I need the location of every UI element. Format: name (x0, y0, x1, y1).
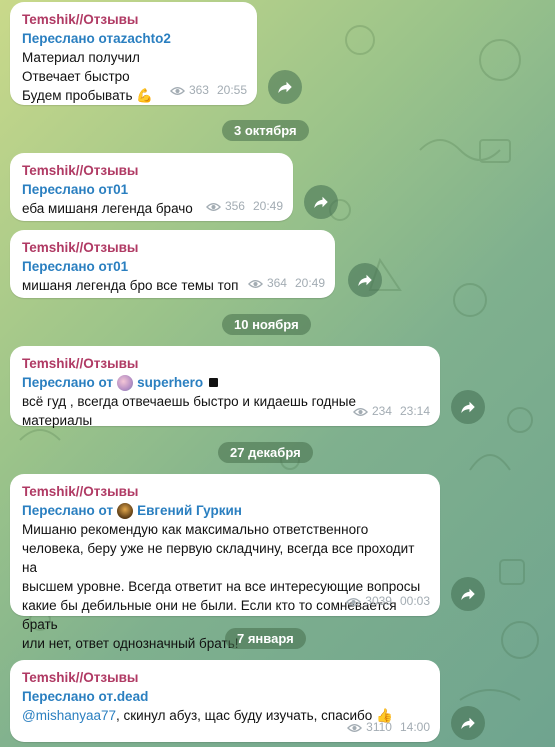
view-count: 3110 (366, 720, 392, 734)
message-time: 14:00 (399, 720, 430, 734)
share-button[interactable] (304, 185, 338, 219)
view-count: 363 (188, 83, 209, 97)
share-arrow-icon (461, 588, 475, 600)
share-arrow-icon (314, 196, 328, 208)
view-count: 234 (371, 404, 392, 418)
channel-name[interactable]: Temshik//Отзывы (22, 10, 245, 29)
channel-name[interactable]: Temshik//Отзывы (22, 668, 428, 687)
share-arrow-icon (278, 81, 292, 93)
eye-icon (347, 723, 363, 732)
forward-header[interactable]: Переслано от Евгений Гуркин (22, 501, 428, 520)
message-meta: 3039 00:03 (346, 592, 430, 611)
message-bubble[interactable]: Temshik//Отзывы Переслано от azachto2 Ма… (10, 2, 257, 105)
forward-from[interactable]: azachto2 (113, 29, 171, 48)
eye-icon (205, 202, 221, 211)
forward-from[interactable]: Евгений Гуркин (137, 501, 242, 520)
date-separator: 10 ноября (222, 314, 311, 335)
view-count: 364 (266, 276, 287, 290)
message-time: 00:03 (399, 594, 430, 608)
forward-from[interactable]: 01 (113, 180, 128, 199)
share-arrow-icon (461, 401, 475, 413)
message-feed: Temshik//Отзывы Переслано от azachto2 Ма… (0, 0, 555, 747)
forward-header[interactable]: Переслано от superhero (22, 373, 428, 392)
forward-from[interactable]: superhero (137, 373, 203, 392)
date-separator: 3 октября (222, 120, 309, 141)
forward-prefix: Переслано от (22, 259, 114, 274)
black-square-emoji (209, 378, 219, 387)
message-body: , скинул абуз, щас буду изучать, спасибо (116, 708, 373, 723)
date-separator: 7 января (225, 628, 306, 649)
message-bubble[interactable]: Temshik//Отзывы Переслано от Евгений Гур… (10, 474, 440, 651)
view-count: 356 (224, 199, 245, 213)
forward-prefix: Переслано от (22, 503, 114, 518)
message-meta: 234 23:14 (352, 402, 430, 421)
message-time: 20:49 (252, 199, 283, 213)
message-bubble[interactable]: Temshik//Отзывы Переслано от 01 мишаня л… (10, 230, 335, 298)
avatar[interactable] (117, 374, 134, 391)
message-time: 20:55 (216, 83, 247, 97)
channel-name[interactable]: Temshik//Отзывы (22, 354, 428, 373)
message-bubble[interactable]: Temshik//Отзывы Переслано от 01 еба миша… (10, 153, 293, 221)
message-time: 23:14 (399, 404, 430, 418)
forward-prefix: Переслано от (22, 375, 114, 390)
eye-icon (247, 279, 263, 288)
user-mention[interactable]: @mishanyaa77 (22, 708, 116, 723)
message-body: Материал получил Отвечает быстро Будем п… (22, 50, 140, 103)
share-button[interactable] (268, 70, 302, 104)
message-meta: 364 20:49 (247, 274, 325, 293)
forward-prefix: Переслано от (22, 31, 114, 46)
share-button[interactable] (451, 706, 485, 740)
share-button[interactable] (451, 577, 485, 611)
forward-from[interactable]: 01 (113, 257, 128, 276)
avatar[interactable] (117, 502, 134, 519)
message-bubble[interactable]: Temshik//Отзывы Переслано от superhero в… (10, 346, 440, 428)
eye-icon (169, 86, 185, 95)
channel-name[interactable]: Temshik//Отзывы (22, 482, 428, 501)
message-time: 20:49 (294, 276, 325, 290)
message-bubble[interactable]: Temshik//Отзывы Переслано от .dead @mish… (10, 660, 440, 742)
flexed-biceps-emoji: 💪 (136, 88, 154, 103)
eye-icon (346, 597, 362, 606)
view-count: 3039 (365, 594, 392, 608)
share-button[interactable] (451, 390, 485, 424)
date-separator: 27 декабря (218, 442, 313, 463)
message-meta: 3110 14:00 (347, 718, 430, 737)
eye-icon (352, 407, 368, 416)
share-arrow-icon (358, 274, 372, 286)
forward-prefix: Переслано от (22, 182, 114, 197)
message-meta: 356 20:49 (205, 197, 283, 216)
channel-name[interactable]: Temshik//Отзывы (22, 161, 281, 180)
share-button[interactable] (348, 263, 382, 297)
forward-from[interactable]: .dead (113, 687, 148, 706)
forward-prefix: Переслано от (22, 689, 114, 704)
forward-header[interactable]: Переслано от .dead (22, 687, 428, 706)
share-arrow-icon (461, 717, 475, 729)
channel-name[interactable]: Temshik//Отзывы (22, 238, 323, 257)
forward-header[interactable]: Переслано от azachto2 (22, 29, 245, 48)
message-meta: 363 20:55 (169, 81, 247, 100)
